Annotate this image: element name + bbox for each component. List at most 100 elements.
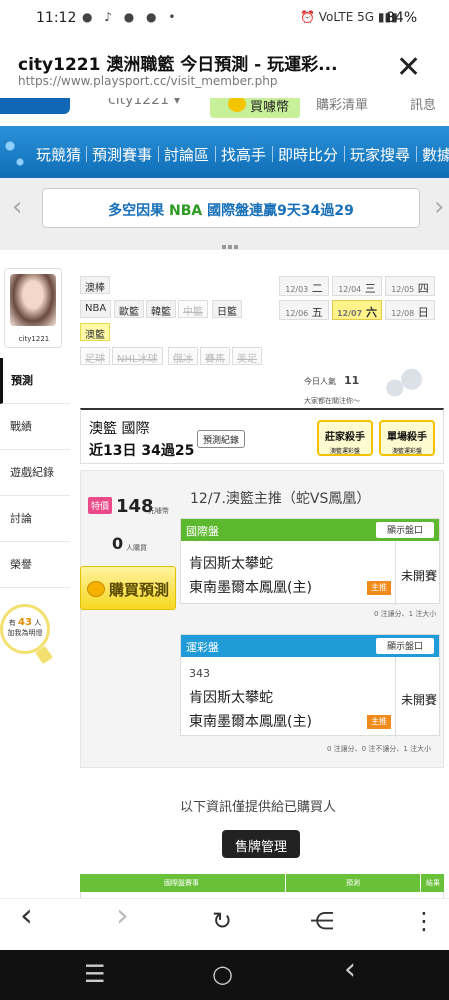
sidebar-item-honor[interactable]: 榮譽	[0, 542, 70, 588]
league-chip-cn-basketball: 中籃	[178, 300, 208, 318]
column-header: 預測	[346, 879, 360, 887]
nav-item-live-score[interactable]: 即時比分	[278, 144, 338, 165]
badge-single-killer: 單場殺手 澳籃運彩盤	[379, 420, 435, 456]
column-header: 結果	[426, 879, 440, 887]
system-nav-bar: ☰ ○ ‹	[0, 950, 449, 1000]
league-filter: 澳棒 NBA 歐籃 韓籃 中籃 日籃 澳籃 足球 NHL冰球 俄冰 賽馬 美足	[78, 272, 274, 368]
sell-management-button[interactable]: 售牌管理	[222, 830, 300, 858]
site-top-strip: city1221 ▾ 買噱幣 購彩清單 訊息	[0, 98, 449, 120]
nav-item-data[interactable]: 數據	[422, 144, 449, 165]
profile-name: city1221	[18, 335, 50, 343]
back-icon[interactable]: ‹	[20, 899, 33, 931]
banner-next-icon[interactable]: ›	[434, 194, 444, 220]
banner-league: NBA	[169, 203, 203, 219]
buy-coin-button[interactable]: 買噱幣	[210, 98, 300, 118]
site-logo[interactable]	[0, 98, 70, 114]
browser-header: city1221 澳洲職籃 今日預測 - 玩運彩... https://www.…	[0, 38, 449, 98]
date-option[interactable]: 12/08 日	[385, 300, 435, 320]
result-table-header: 國際盤賽事 預測 結果	[80, 874, 444, 892]
banner-text: 多空因果	[108, 203, 170, 219]
nav-divider	[272, 146, 273, 162]
league-chip-nba[interactable]: NBA	[80, 300, 112, 318]
coin-icon	[87, 581, 105, 597]
buy-prediction-button[interactable]: 購買預測	[80, 566, 176, 610]
special-price-badge: 特價	[88, 497, 113, 514]
share-icon[interactable]: ⋲	[310, 909, 334, 933]
close-icon[interactable]: ✕	[396, 53, 421, 83]
profile-card[interactable]: city1221	[4, 268, 62, 348]
recent-apps-icon[interactable]: ☰	[84, 962, 106, 986]
league-chip-kr-basketball[interactable]: 韓籃	[146, 300, 176, 318]
buy-prediction-label: 購買預測	[109, 581, 170, 599]
league-chip-au-baseball[interactable]: 澳棒	[80, 276, 110, 294]
date-option[interactable]: 12/05 四	[385, 276, 435, 296]
league-chip-horse: 賽馬	[200, 347, 230, 365]
visitor-note: 大家都在關注你～	[304, 397, 360, 405]
messages-link[interactable]: 訊息	[410, 98, 436, 113]
forward-icon[interactable]: ›	[116, 899, 129, 931]
url-text[interactable]: https://www.playsport.cc/visit_member.ph…	[18, 74, 277, 88]
league-chip-au-basketball[interactable]: 澳籃	[80, 323, 110, 341]
reload-icon[interactable]: ↻	[212, 909, 232, 933]
menu-icon[interactable]: ⋮	[412, 909, 436, 933]
home-icon[interactable]: ○	[212, 962, 233, 986]
nav-item-guess[interactable]: 玩競猜	[36, 144, 81, 165]
bulb-prefix: 有	[8, 619, 16, 627]
nav-decoration	[0, 126, 30, 178]
visitor-count: 今日人氣 11	[304, 374, 359, 387]
column-divider	[420, 874, 421, 892]
game-state: 未開賽	[401, 693, 438, 707]
cart-link[interactable]: 購彩清單	[316, 98, 368, 113]
banner-text-rest: 國際盤連贏9天34過29	[202, 203, 354, 219]
nav-divider	[86, 146, 87, 162]
date-option[interactable]: 12/03 二	[279, 276, 329, 296]
league-chip-nhl: NHL冰球	[112, 347, 163, 365]
buyer-count: 0	[112, 534, 124, 553]
history-button[interactable]: 預測紀錄	[197, 430, 245, 448]
sidebar-item-predict[interactable]: 預測	[0, 358, 70, 404]
record-league: 澳籃 國際	[89, 421, 150, 437]
sidebar-item-record[interactable]: 戰績	[0, 404, 70, 450]
market-name: 國際盤	[186, 525, 219, 538]
team-home: 東南墨爾本鳳凰(主)	[189, 714, 312, 730]
league-chip-ru-hockey: 俄冰	[168, 347, 198, 365]
market-sports-lottery: 運彩盤 顯示盤口 343 肯因斯太攀蛇 東南墨爾本鳳凰(主) 主推 未開賽	[180, 634, 440, 737]
nav-item-forum[interactable]: 討論區	[164, 144, 209, 165]
nav-item-player-search[interactable]: 玩家搜尋	[350, 144, 410, 165]
league-chip-am-football: 美足	[232, 347, 262, 365]
league-chip-soccer: 足球	[80, 347, 110, 365]
date-option[interactable]: 12/06 五	[279, 300, 329, 320]
league-chip-jp-basketball[interactable]: 日籃	[212, 300, 242, 318]
date-option[interactable]: 12/04 三	[332, 276, 382, 296]
prediction-title: 12/7.澳籃主推（蛇VS鳳凰）	[190, 491, 371, 507]
team-away: 肯因斯太攀蛇	[189, 556, 273, 572]
sidebar-item-game-log[interactable]: 遊戲紀錄	[0, 450, 70, 496]
nav-item-predict[interactable]: 預測賽事	[92, 144, 152, 165]
avatar[interactable]	[10, 274, 56, 326]
nav-divider	[158, 146, 159, 162]
account-menu[interactable]: city1221 ▾	[108, 98, 180, 108]
system-back-icon[interactable]: ‹	[344, 955, 356, 985]
banner-prev-icon[interactable]: ‹	[12, 194, 22, 220]
nav-divider	[215, 146, 216, 162]
game-number: 343	[189, 667, 210, 680]
visitor-label: 今日人氣	[304, 377, 336, 386]
date-option-selected[interactable]: 12/07 六	[332, 300, 382, 320]
market-name: 運彩盤	[186, 641, 219, 654]
divider	[395, 657, 396, 737]
promo-banner: ‹ 多空因果 NBA 國際盤連贏9天34過29 ›	[0, 178, 449, 250]
signal-icons: ⏰ VoLTE 5G ▮▮▮	[300, 10, 398, 24]
market-international: 國際盤 顯示盤口 肯因斯太攀蛇 東南墨爾本鳳凰(主) 主推 未開賽	[180, 518, 440, 605]
nav-item-experts[interactable]: 找高手	[221, 144, 266, 165]
banner-link[interactable]: 多空因果 NBA 國際盤連贏9天34過29	[42, 188, 420, 228]
show-odds-button[interactable]: 顯示盤口	[376, 522, 434, 538]
team-home: 東南墨爾本鳳凰(主)	[189, 580, 312, 596]
league-chip-eu-basketball[interactable]: 歐籃	[114, 300, 144, 318]
bulb-label: 加我為明燈	[7, 629, 43, 637]
battery-level: 84%	[386, 10, 418, 26]
badge-banker-killer: 莊家殺手 澳籃運彩盤	[317, 420, 373, 456]
show-odds-button[interactable]: 顯示盤口	[376, 638, 434, 654]
host-pick-badge: 主推	[367, 581, 391, 595]
sidebar-item-discuss[interactable]: 討論	[0, 496, 70, 542]
clock: 11:12	[36, 10, 77, 26]
